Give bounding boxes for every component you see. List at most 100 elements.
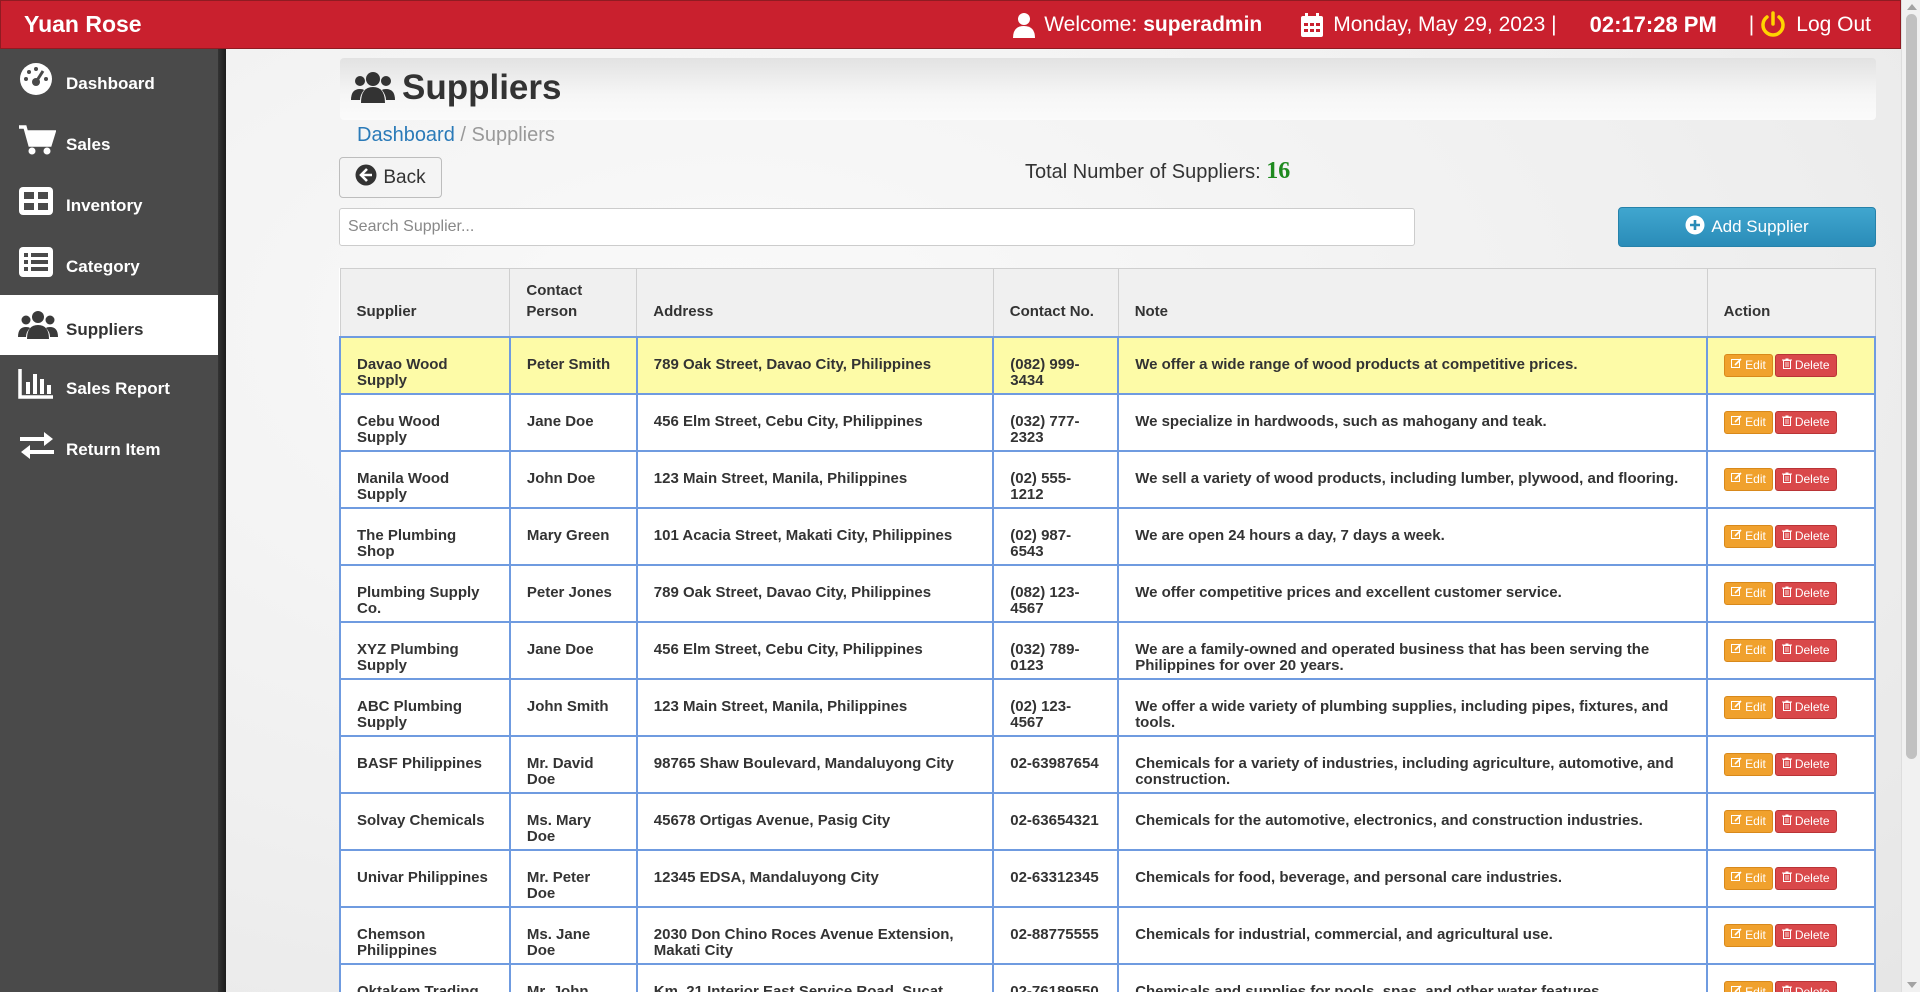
dashboard-icon (18, 62, 58, 96)
edit-button[interactable]: Edit (1724, 980, 1773, 992)
sidebar-item-suppliers[interactable]: Suppliers (0, 295, 226, 355)
table-row: Oktakem TradingMr. John DoeKm. 21 Interi… (339, 962, 1876, 992)
total-suppliers: Total Number of Suppliers: 16 (1025, 158, 1291, 184)
total-suppliers-count: 16 (1266, 158, 1291, 184)
edit-button[interactable]: Edit (1724, 638, 1773, 662)
sidebar-item-sales[interactable]: Sales (0, 110, 226, 170)
edit-button[interactable]: Edit (1724, 524, 1773, 548)
trash-icon (1781, 870, 1792, 886)
edit-label: Edit (1745, 700, 1766, 714)
welcome: Welcome: superadmin (1012, 12, 1262, 38)
edit-label: Edit (1745, 814, 1766, 828)
supplier-cell: The Plumbing Shop (339, 506, 511, 566)
delete-button[interactable]: Delete (1774, 809, 1837, 833)
edit-button[interactable]: Edit (1724, 467, 1773, 491)
trash-icon (1781, 699, 1792, 715)
add-supplier-button[interactable]: Add Supplier (1618, 207, 1876, 247)
scroll-thumb[interactable] (1906, 14, 1917, 759)
sidebar-item-dashboard[interactable]: Dashboard (0, 49, 226, 109)
column-header-address[interactable]: Address (636, 268, 994, 337)
edit-button[interactable]: Edit (1724, 752, 1773, 776)
column-header-note[interactable]: Note (1117, 268, 1708, 337)
trash-icon (1781, 813, 1792, 829)
contact-person-cell: Peter Jones (508, 563, 638, 623)
back-label: Back (383, 166, 426, 188)
supplier-cell: Davao Wood Supply (339, 335, 511, 395)
vertical-scrollbar[interactable] (1901, 0, 1920, 992)
sidebar-item-label: Sales Report (66, 379, 170, 398)
column-header-supplier[interactable]: Supplier (339, 268, 511, 337)
sidebar-item-return-item[interactable]: Return Item (0, 415, 226, 475)
contact-person-cell: Jane Doe (508, 620, 638, 680)
contact-person-cell: Mr. John Doe (508, 962, 638, 992)
edit-icon (1731, 642, 1742, 658)
note-cell: We sell a variety of wood products, incl… (1117, 449, 1709, 509)
delete-label: Delete (1794, 757, 1830, 771)
delete-label: Delete (1794, 814, 1830, 828)
delete-button[interactable]: Delete (1774, 695, 1837, 719)
edit-label: Edit (1745, 415, 1766, 429)
suppliers-table: Supplier Contact Person Address Contact … (339, 268, 1876, 992)
edit-label: Edit (1745, 643, 1766, 657)
scroll-up-arrow[interactable] (1907, 4, 1917, 10)
edit-button[interactable]: Edit (1724, 410, 1773, 434)
back-button[interactable]: Back (339, 157, 442, 198)
delete-label: Delete (1794, 700, 1830, 714)
delete-button[interactable]: Delete (1774, 581, 1837, 605)
table-row: BASF Philippines Mr. David Doe 98765 Shaw … (339, 734, 1876, 794)
logout-button[interactable]: Log Out (1760, 10, 1871, 39)
column-header-contact-person[interactable]: Contact Person (509, 268, 638, 337)
edit-button[interactable]: Edit (1724, 581, 1773, 605)
contact-person-cell: John Doe (508, 449, 638, 509)
user-icon (1012, 12, 1036, 38)
delete-label: Delete (1794, 472, 1830, 486)
contact-no-cell: 02-76189550 (992, 962, 1120, 992)
edit-button[interactable]: Edit (1724, 866, 1773, 890)
address-cell: 123 Main Street, Manila, Philippines (635, 677, 995, 737)
edit-button[interactable]: Edit (1724, 353, 1773, 377)
edit-button[interactable]: Edit (1724, 923, 1773, 947)
scroll-down-arrow[interactable] (1907, 982, 1917, 988)
delete-button[interactable]: Delete (1774, 467, 1837, 491)
delete-label: Delete (1794, 643, 1830, 657)
delete-button[interactable]: Delete (1774, 752, 1837, 776)
edit-label: Edit (1745, 871, 1766, 885)
grid-icon (18, 186, 58, 216)
cart-icon (18, 124, 58, 156)
sidebar-item-label: Category (66, 257, 140, 276)
contact-person-cell: Ms. Mary Doe (508, 791, 638, 851)
delete-button[interactable]: Delete (1774, 980, 1837, 992)
column-header-contact-no[interactable]: Contact No. (992, 268, 1119, 337)
trash-icon (1781, 414, 1792, 430)
sidebar-item-category[interactable]: Category (0, 232, 226, 292)
users-icon (18, 309, 58, 341)
sidebar-item-label: Inventory (66, 196, 143, 215)
sidebar-item-sales-report[interactable]: Sales Report (0, 354, 226, 414)
contact-person-cell: Mr. Peter Doe (508, 848, 638, 908)
delete-button[interactable]: Delete (1774, 923, 1837, 947)
address-cell: 456 Elm Street, Cebu City, Philippines (635, 620, 995, 680)
delete-button[interactable]: Delete (1774, 353, 1837, 377)
note-cell: We are a family-owned and operated busin… (1117, 620, 1709, 680)
contact-person-cell: Mary Green (508, 506, 638, 566)
sidebar-item-inventory[interactable]: Inventory (0, 171, 226, 231)
table-header-row: Supplier Contact Person Address Contact … (339, 268, 1876, 337)
delete-button[interactable]: Delete (1774, 524, 1837, 548)
breadcrumb-dashboard-link[interactable]: Dashboard (357, 124, 455, 146)
table-row: Cebu Wood Supply Jane Doe 456 Elm Street, … (339, 392, 1876, 452)
contact-no-cell: (02) 123-4567 (992, 677, 1120, 737)
action-cell: Edit Delete (1706, 335, 1876, 395)
delete-button[interactable]: Delete (1774, 410, 1837, 434)
trash-icon (1781, 984, 1792, 992)
edit-button[interactable]: Edit (1724, 695, 1773, 719)
edit-icon (1731, 927, 1742, 943)
note-cell: We offer competitive prices and excellen… (1117, 563, 1709, 623)
supplier-cell: Plumbing Supply Co. (339, 563, 511, 623)
contact-person-cell: John Smith (508, 677, 638, 737)
table-row: Plumbing Supply Co. Peter Jones 789 Oak St… (339, 563, 1876, 623)
delete-button[interactable]: Delete (1774, 638, 1837, 662)
search-input[interactable] (339, 208, 1415, 246)
note-cell: Chemicals for a variety of industries, i… (1117, 734, 1709, 794)
edit-button[interactable]: Edit (1724, 809, 1773, 833)
delete-button[interactable]: Delete (1774, 866, 1837, 890)
